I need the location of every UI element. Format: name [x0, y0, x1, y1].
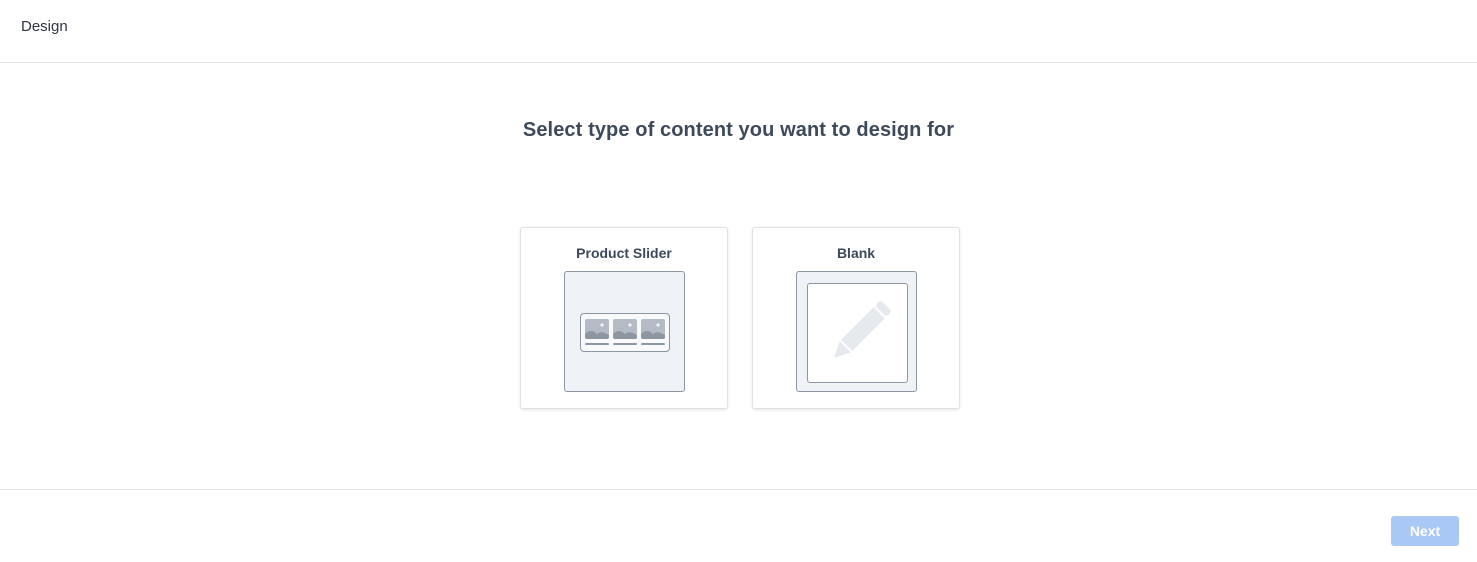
pencil-icon [833, 301, 891, 359]
slide-thumbnail [641, 319, 665, 345]
bottom-bar: Next [0, 489, 1477, 562]
image-placeholder-icon [641, 319, 665, 339]
blank-label: Blank [836, 245, 876, 261]
page-title: Design [21, 18, 68, 35]
blank-preview [796, 271, 917, 392]
slide-thumbnail [613, 319, 637, 345]
blank-canvas [807, 283, 908, 383]
image-placeholder-icon [613, 319, 637, 339]
product-slider-icon [580, 313, 670, 352]
content-type-heading: Select type of content you want to desig… [522, 119, 955, 141]
product-slider-option-card[interactable]: Product Slider [520, 227, 728, 409]
product-slider-label: Product Slider [576, 245, 672, 261]
blank-option-card[interactable]: Blank [752, 227, 960, 409]
top-bar: Design [0, 0, 1477, 63]
next-button[interactable]: Next [1391, 516, 1459, 546]
content-type-options: Product Slider Blank [520, 227, 960, 409]
slide-thumbnail [585, 319, 609, 345]
product-slider-preview [564, 271, 685, 392]
image-placeholder-icon [585, 319, 609, 339]
